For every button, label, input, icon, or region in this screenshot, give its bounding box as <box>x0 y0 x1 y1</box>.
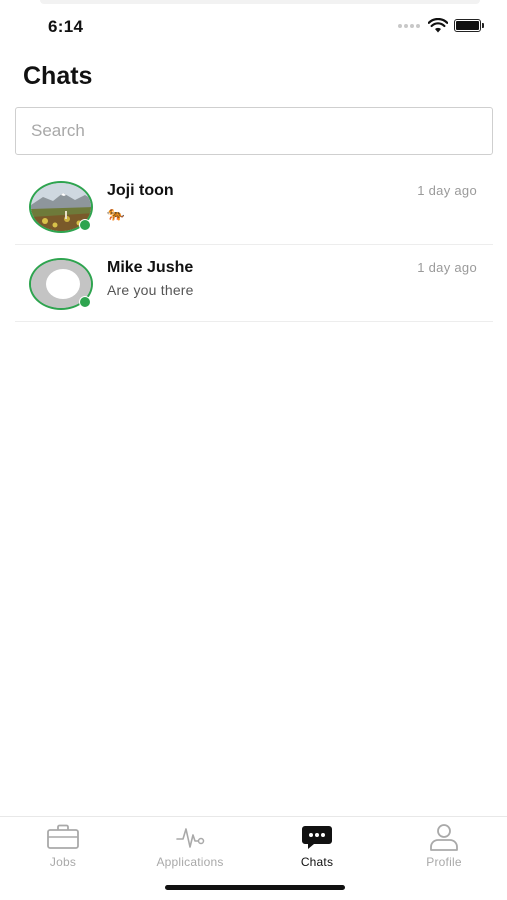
tab-profile[interactable]: Profile <box>381 823 507 875</box>
avatar-wrap <box>29 258 93 310</box>
online-status-dot <box>79 219 91 231</box>
tab-label: Applications <box>156 855 224 869</box>
battery-icon <box>454 19 484 32</box>
tab-jobs[interactable]: Jobs <box>0 823 126 875</box>
briefcase-icon <box>47 824 79 849</box>
online-status-dot <box>79 296 91 308</box>
wifi-icon <box>428 18 448 33</box>
tab-label: Jobs <box>49 855 77 869</box>
status-icons <box>398 18 484 33</box>
status-bar: 6:14 <box>0 0 507 52</box>
search-box[interactable] <box>15 107 493 155</box>
chat-list: Joji toon 🐅 1 day ago Mike Jushe Are you… <box>15 168 493 322</box>
chat-timestamp: 1 day ago <box>417 183 477 198</box>
search-input[interactable] <box>16 108 492 154</box>
chat-timestamp: 1 day ago <box>417 260 477 275</box>
chat-bubble-icon <box>302 826 332 849</box>
chat-preview: 🐅 <box>107 205 125 221</box>
signal-dots-icon <box>398 23 420 28</box>
person-icon <box>430 824 458 851</box>
chat-row-mike-jushe[interactable]: Mike Jushe Are you there 1 day ago <box>15 245 493 322</box>
chat-name: Mike Jushe <box>107 259 194 276</box>
tab-label: Chats <box>300 855 334 869</box>
status-time: 6:14 <box>48 17 84 36</box>
status-bar-top-edge <box>40 0 480 4</box>
page-title: Chats <box>23 62 93 90</box>
tab-label: Profile <box>426 855 462 869</box>
avatar-wrap <box>29 181 93 233</box>
home-indicator[interactable] <box>165 885 345 890</box>
activity-icon <box>176 828 205 848</box>
tab-chats[interactable]: Chats <box>254 823 380 875</box>
chat-row-joji-toon[interactable]: Joji toon 🐅 1 day ago <box>15 168 493 245</box>
chat-name: Joji toon <box>107 182 174 199</box>
tab-applications[interactable]: Applications <box>127 823 253 875</box>
chat-preview: Are you there <box>107 282 194 298</box>
